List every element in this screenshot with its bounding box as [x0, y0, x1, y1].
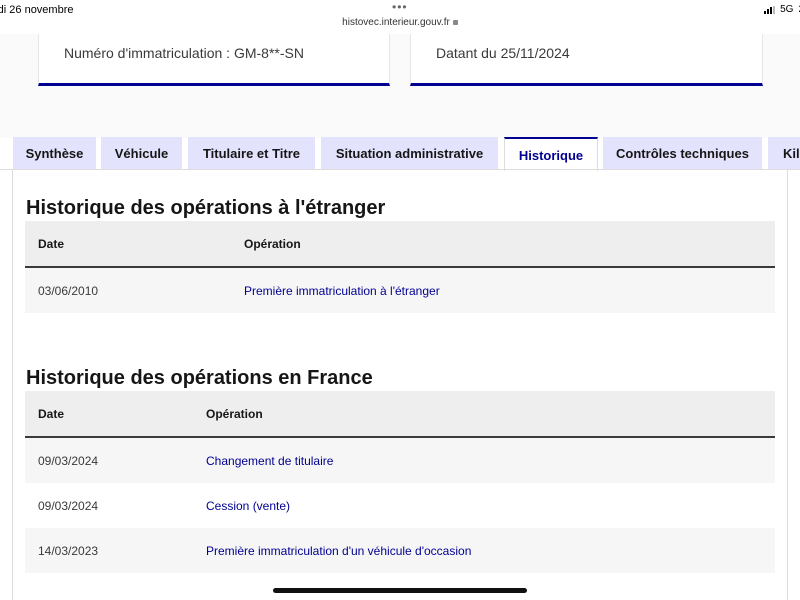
row-date: 03/06/2010 — [38, 284, 99, 298]
row-date: 09/03/2024 — [38, 499, 99, 513]
table-row: 09/03/2024 Cession (vente) — [25, 483, 775, 528]
lock-icon — [452, 20, 458, 25]
tab-synthese[interactable]: Synthèse — [13, 137, 96, 169]
tab-kilometrage[interactable]: Kilo — [768, 137, 800, 169]
tab-situation-administrative[interactable]: Situation administrative — [321, 137, 498, 169]
row-operation: Première immatriculation d'un véhicule d… — [206, 544, 472, 558]
table-row: 14/03/2023 Première immatriculation d'un… — [25, 528, 775, 573]
table-row: 09/03/2024 Changement de titulaire — [25, 438, 775, 483]
row-date: 14/03/2023 — [38, 544, 99, 558]
report-date: Datant du 25/11/2024 — [436, 45, 570, 61]
address-bar[interactable]: histovec.interieur.gouv.fr — [0, 17, 800, 28]
table-header: Date Opération — [25, 221, 775, 268]
more-dots-icon[interactable]: ••• — [392, 0, 408, 14]
tab-titulaire[interactable]: Titulaire et Titre — [188, 137, 315, 169]
tab-historique[interactable]: Historique — [504, 137, 598, 171]
row-date: 09/03/2024 — [38, 454, 99, 468]
tab-vehicule[interactable]: Véhicule — [101, 137, 182, 169]
tabs-divider — [0, 169, 800, 170]
tab-bar: Synthèse Véhicule Titulaire et Titre Sit… — [0, 137, 800, 171]
foreign-history-table: Date Opération 03/06/2010 Première immat… — [25, 221, 775, 313]
table-row: 03/06/2010 Première immatriculation à l'… — [25, 268, 775, 313]
column-date: Date — [38, 237, 65, 251]
network-label: 5G — [780, 4, 794, 15]
row-operation: Changement de titulaire — [206, 454, 334, 468]
url-text: histovec.interieur.gouv.fr — [342, 17, 450, 28]
registration-card: Numéro d'immatriculation : GM-8**-SN — [38, 34, 390, 86]
france-history-title: Historique des opérations en France — [26, 367, 373, 389]
signal-icon — [764, 5, 776, 14]
status-date: rdi 26 novembre — [0, 4, 74, 16]
column-operation: Opération — [244, 237, 301, 251]
row-operation: Première immatriculation à l'étranger — [244, 284, 440, 298]
tab-controles-techniques[interactable]: Contrôles techniques — [603, 137, 762, 169]
registration-number: Numéro d'immatriculation : GM-8**-SN — [64, 45, 304, 61]
status-indicators: 5G 2 — [764, 4, 800, 15]
status-bar: rdi 26 novembre ••• histovec.interieur.g… — [0, 0, 800, 36]
foreign-history-title: Historique des opérations à l'étranger — [26, 197, 386, 219]
home-indicator[interactable] — [273, 588, 527, 593]
report-date-card: Datant du 25/11/2024 — [410, 34, 763, 86]
column-date: Date — [38, 407, 65, 421]
panel-border-right — [787, 170, 788, 600]
column-operation: Opération — [206, 407, 263, 421]
table-header: Date Opération — [25, 391, 775, 438]
france-history-table: Date Opération 09/03/2024 Changement de … — [25, 391, 775, 573]
panel-border-left — [12, 170, 13, 600]
row-operation: Cession (vente) — [206, 499, 291, 513]
